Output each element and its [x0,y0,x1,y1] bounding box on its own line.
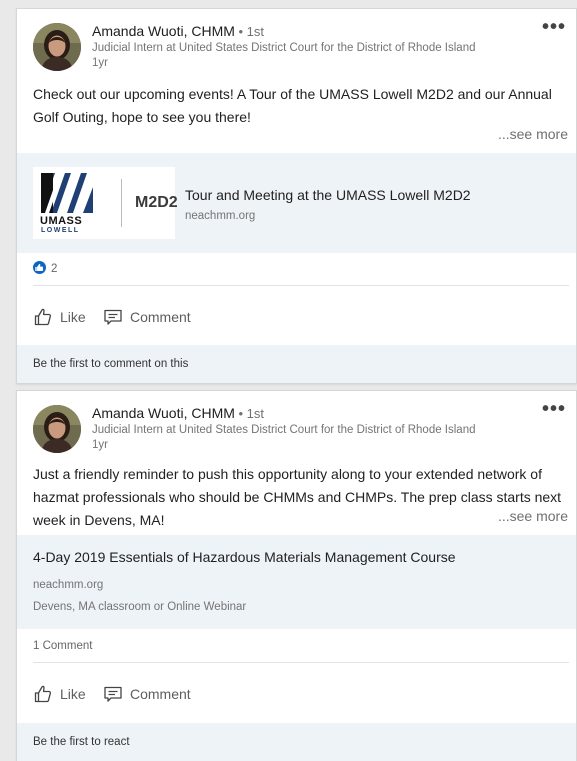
post-header: Amanda Wuoti, CHMM • 1st Judicial Intern… [17,391,576,461]
avatar[interactable] [33,405,81,453]
link-domain: neachmm.org [33,579,104,591]
comment-label[interactable]: Comment [130,686,191,702]
author-headline: Judicial Intern at United States Distric… [92,42,476,54]
more-options-icon[interactable]: ••• [542,399,566,419]
comment-count[interactable]: 1 Comment [33,640,92,652]
link-preview[interactable]: UMASS LOWELL M2D2 Tour and Meeting at th… [17,153,576,253]
logo-umass-text: UMASS [40,215,83,227]
social-actions: Like Comment [33,681,333,707]
logo-lowell-text: LOWELL [41,227,80,234]
feed-post: Amanda Wuoti, CHMM • 1st Judicial Intern… [16,8,577,384]
reaction-count[interactable]: 2 [33,261,57,275]
social-actions: Like Comment [33,304,333,330]
thumbs-up-icon [34,685,52,703]
post-text: Check out our upcoming events! A Tour of… [33,86,552,125]
logo-divider [121,179,122,227]
like-label[interactable]: Like [60,686,86,702]
see-more-link[interactable]: ...see more [498,508,568,524]
feed-post: Amanda Wuoti, CHMM • 1st Judicial Intern… [16,390,577,761]
divider [33,285,569,286]
comment-icon [104,686,122,702]
comment-button[interactable]: Comment [103,681,191,707]
post-time: 1yr [92,439,108,451]
link-thumbnail: UMASS LOWELL M2D2 [33,167,178,239]
avatar[interactable] [33,23,81,71]
link-title[interactable]: 4-Day 2019 Essentials of Hazardous Mater… [33,549,456,565]
reaction-count-text: 2 [51,263,58,275]
logo-m2d2-text: M2D2 [135,194,178,211]
post-time: 1yr [92,57,108,69]
author-name-text[interactable]: Amanda Wuoti, CHMM [92,405,235,421]
see-more-link[interactable]: ...see more [498,126,568,142]
author-name[interactable]: Amanda Wuoti, CHMM • 1st [92,23,264,39]
divider [33,662,569,663]
like-button[interactable]: Like [33,304,86,330]
connection-degree: • 1st [234,24,265,39]
like-label[interactable]: Like [60,309,86,325]
author-name-text[interactable]: Amanda Wuoti, CHMM [92,23,235,39]
post-header: Amanda Wuoti, CHMM • 1st Judicial Intern… [17,9,576,79]
link-domain: neachmm.org [185,210,256,222]
more-options-icon[interactable]: ••• [542,17,566,37]
comment-prompt[interactable]: Be the first to comment on this [17,345,576,383]
reaction-prompt[interactable]: Be the first to react [17,723,576,761]
post-text: Just a friendly reminder to push this op… [33,466,562,528]
link-location: Devens, MA classroom or Online Webinar [33,601,247,613]
comment-label[interactable]: Comment [130,309,191,325]
link-title[interactable]: Tour and Meeting at the UMASS Lowell M2D… [185,187,471,203]
like-button[interactable]: Like [33,681,86,707]
thumbs-up-icon [34,308,52,326]
comment-icon [104,309,122,325]
author-name[interactable]: Amanda Wuoti, CHMM • 1st [92,405,264,421]
umass-logo: UMASS LOWELL [33,167,105,239]
comment-button[interactable]: Comment [103,304,191,330]
author-headline: Judicial Intern at United States Distric… [92,424,476,436]
link-preview[interactable]: 4-Day 2019 Essentials of Hazardous Mater… [17,535,576,629]
like-reaction-icon [33,261,46,274]
connection-degree: • 1st [234,406,265,421]
